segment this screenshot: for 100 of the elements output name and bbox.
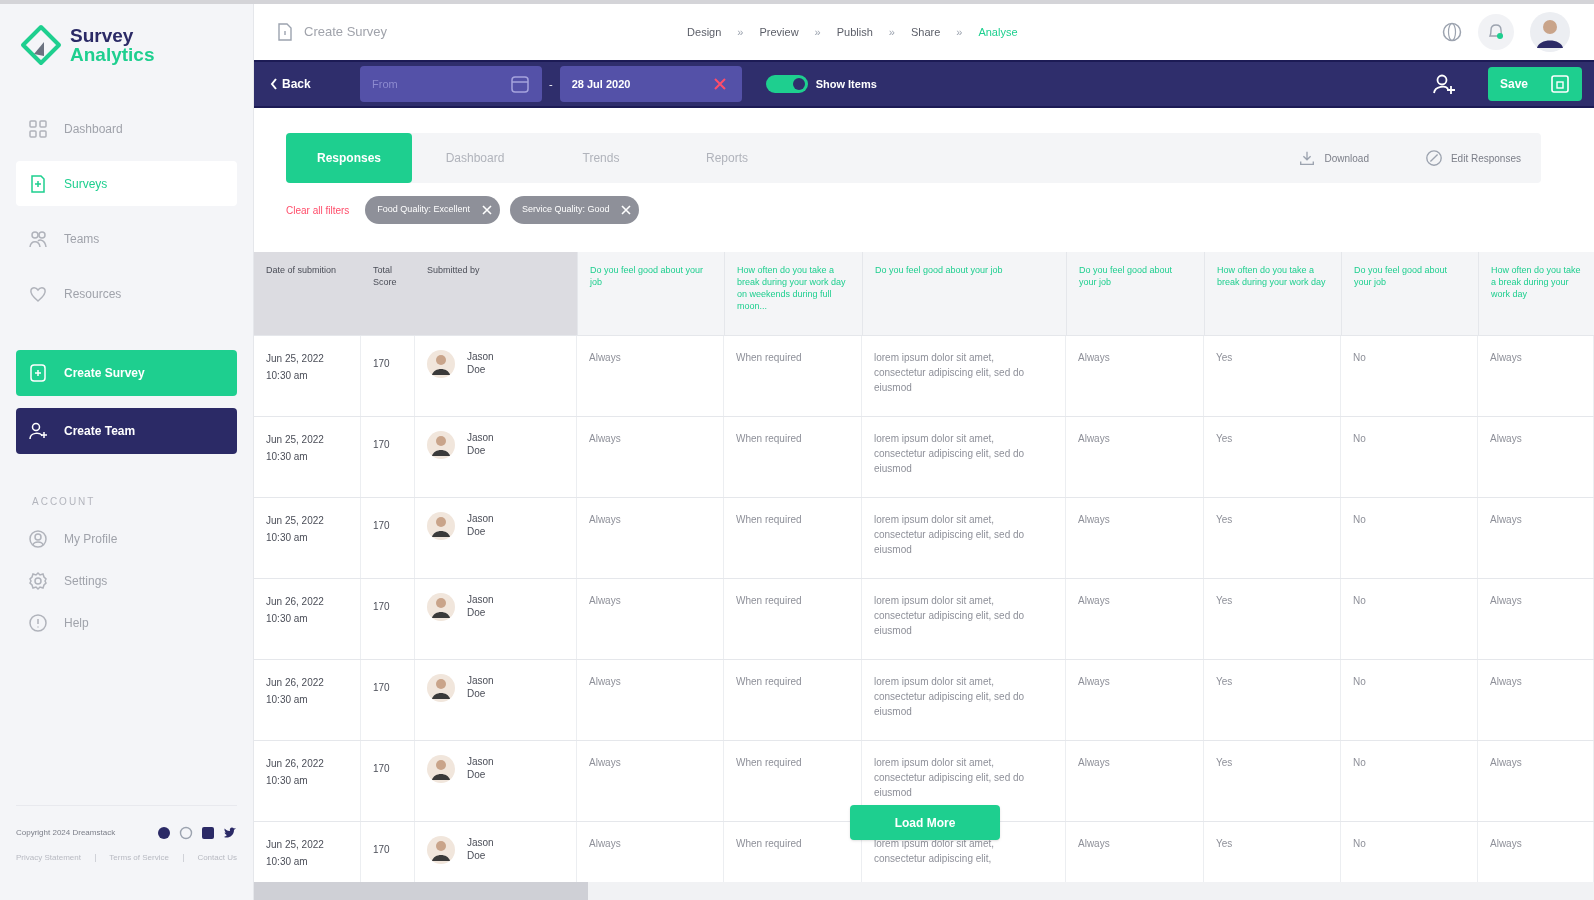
- close-icon[interactable]: [481, 205, 492, 215]
- score-text: 170: [373, 358, 390, 369]
- table-cell-text: When required: [736, 594, 803, 608]
- date-text: Jun 25, 2022: [266, 352, 325, 366]
- help-icon: [28, 613, 48, 633]
- table-cell-text: Yes: [1216, 513, 1234, 527]
- column-header[interactable]: Do you feel good about your job: [875, 264, 1054, 276]
- sidebar-item[interactable]: My Profile: [16, 529, 237, 549]
- tab[interactable]: Responses: [286, 133, 412, 183]
- chevron-left-icon: [270, 78, 278, 90]
- table-cell-text: No: [1353, 756, 1367, 770]
- table-cell-text: lorem ipsum dolor sit amet, consectetur adipiscing elit, sed do eiusmod: [874, 594, 1026, 638]
- add-document-icon: [28, 363, 48, 383]
- date-text: Jun 25, 2022: [266, 433, 325, 447]
- column-header[interactable]: Submitted by: [427, 264, 565, 276]
- show-items-toggle[interactable]: [765, 75, 808, 93]
- toolbar-button[interactable]: Edit Responses: [1424, 149, 1521, 167]
- grid-icon: [28, 118, 48, 139]
- table-cell-text: When required: [736, 432, 803, 446]
- filter-chip[interactable]: Service Quality: Good: [509, 196, 640, 224]
- table-cell-text: lorem ipsum dolor sit amet, consectetur adipiscing elit, sed do eiusmod: [874, 513, 1026, 557]
- step-link[interactable]: Analyse: [978, 23, 1018, 41]
- time-text: 10:30 am: [266, 693, 309, 707]
- sidebar-item[interactable]: Resources: [16, 271, 237, 316]
- step-link[interactable]: Preview: [759, 23, 799, 41]
- column-header[interactable]: Date of submition: [266, 264, 349, 276]
- save-icon: [1550, 74, 1570, 94]
- sidebar-item[interactable]: Help: [16, 613, 237, 633]
- back-button[interactable]: Back: [270, 75, 360, 93]
- sidebar-action-button[interactable]: Create Team: [16, 408, 237, 454]
- sidebar-item[interactable]: Dashboard: [16, 106, 237, 151]
- time-text: 10:30 am: [266, 612, 309, 626]
- table-cell-text: Always: [1078, 432, 1111, 446]
- table-cell-text: Always: [589, 594, 622, 608]
- table-cell-text: lorem ipsum dolor sit amet, consectetur adipiscing elit,: [874, 837, 996, 866]
- toggle-label: Show Items: [815, 76, 877, 92]
- tab[interactable]: Trends: [538, 133, 664, 183]
- clear-filters-link[interactable]: Clear all filters: [286, 202, 350, 218]
- avatar: [427, 755, 455, 783]
- score-text: 170: [373, 763, 390, 774]
- table-cell-text: Always: [1078, 756, 1111, 770]
- score-text: 170: [373, 439, 390, 450]
- to-date-field[interactable]: 28 Jul 2020: [559, 66, 742, 102]
- table-cell-text: Always: [1490, 351, 1523, 365]
- scrollbar-thumb[interactable]: [254, 882, 588, 900]
- table-cell-text: Yes: [1216, 594, 1234, 608]
- sidebar-item[interactable]: Settings: [16, 571, 237, 591]
- table-cell-text: Yes: [1216, 675, 1234, 689]
- step-separator: »: [814, 24, 821, 40]
- step-link[interactable]: Design: [687, 23, 722, 41]
- step-link[interactable]: Share: [910, 23, 941, 41]
- step-link[interactable]: Publish: [836, 23, 873, 41]
- avatar: [427, 593, 455, 621]
- table-cell-text: Always: [1490, 756, 1523, 770]
- column-header[interactable]: Total Score: [373, 264, 403, 288]
- user-name: Jason Doe: [467, 674, 495, 700]
- page-title: Create Survey: [304, 23, 388, 42]
- close-icon[interactable]: [621, 205, 632, 215]
- date-text: Jun 26, 2022: [266, 676, 325, 690]
- tab[interactable]: Reports: [664, 133, 790, 183]
- step-separator: »: [888, 24, 895, 40]
- table-cell-text: Always: [1078, 351, 1111, 365]
- horizontal-scrollbar[interactable]: [254, 882, 1594, 900]
- tab[interactable]: Dashboard: [412, 133, 538, 183]
- table-cell-text: No: [1353, 594, 1367, 608]
- user-name: Jason Doe: [467, 512, 495, 538]
- table-cell-text: Always: [589, 351, 622, 365]
- user-name: Jason Doe: [467, 431, 495, 457]
- score-text: 170: [373, 844, 390, 855]
- notification-button[interactable]: [1478, 14, 1514, 50]
- step-separator: »: [737, 24, 744, 40]
- from-date-field[interactable]: From: [360, 66, 542, 102]
- date-text: Jun 26, 2022: [266, 595, 325, 609]
- date-range-separator: -: [549, 76, 553, 92]
- time-text: 10:30 am: [266, 855, 309, 869]
- user-name: Jason Doe: [467, 755, 495, 781]
- table-cell-text: Always: [1490, 675, 1523, 689]
- save-button[interactable]: Save: [1488, 67, 1582, 101]
- sidebar-item[interactable]: Surveys: [16, 161, 237, 206]
- twitter-icon[interactable]: [223, 826, 237, 840]
- clear-icon[interactable]: [713, 78, 726, 90]
- score-text: 170: [373, 601, 390, 612]
- download-icon: [1298, 149, 1317, 167]
- date-text: Jun 26, 2022: [266, 757, 325, 771]
- section-heading: ACCOUNT: [32, 495, 97, 509]
- user-name: Jason Doe: [467, 836, 495, 862]
- avatar: [427, 350, 455, 378]
- add-user-icon[interactable]: [1432, 72, 1456, 96]
- toolbar-button[interactable]: Download: [1298, 149, 1369, 167]
- sidebar-item[interactable]: Teams: [16, 216, 237, 261]
- load-more-button[interactable]: Load More: [850, 805, 1000, 840]
- sidebar-action-button[interactable]: Create Survey: [16, 350, 237, 396]
- avatar[interactable]: [1530, 12, 1570, 52]
- logo-icon: [20, 24, 62, 66]
- globe-icon[interactable]: [1442, 22, 1462, 42]
- filter-chip[interactable]: Food Quality: Excellent: [365, 196, 500, 224]
- step-separator: »: [956, 24, 963, 40]
- table-cell-text: Yes: [1216, 351, 1234, 365]
- table-cell-text: Always: [589, 837, 622, 851]
- calendar-icon[interactable]: [510, 74, 530, 94]
